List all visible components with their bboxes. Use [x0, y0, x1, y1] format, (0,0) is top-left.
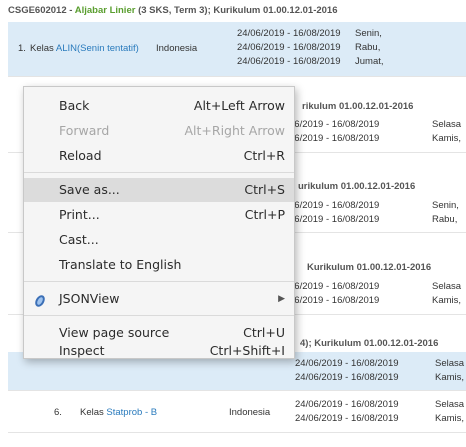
day-cell: Selasa Kamis, [432, 118, 461, 146]
menu-item-cast[interactable]: Cast... [24, 228, 294, 252]
day-line: Rabu, [432, 214, 458, 225]
menu-item-view-source[interactable]: View page source Ctrl+U [24, 321, 294, 345]
day-line: Selasa [432, 281, 462, 292]
date-cell: 24/06/2019 - 16/08/2019 24/06/2019 - 16/… [295, 398, 399, 426]
row-number: 1. [18, 43, 26, 54]
day-line: Senin, [432, 200, 459, 211]
menu-item-label: Inspect [59, 343, 105, 358]
menu-item-label: Forward [59, 123, 110, 138]
menu-item-shortcut: Alt+Left Arrow [193, 98, 285, 113]
day-line: Kamis, [435, 372, 465, 383]
date-cell: 24/06/2019 - 16/08/2019 24/06/2019 - 16/… [295, 357, 399, 385]
row-number: 6. [54, 407, 62, 418]
day-line: Selasa [435, 399, 465, 410]
day-line: Jumat, [355, 56, 384, 67]
course-header: Kurikulum 01.00.12.01-2016 [307, 262, 432, 273]
date-line: 24/06/2019 - 16/08/2019 [295, 372, 399, 383]
menu-item-reload[interactable]: Reload Ctrl+R [24, 144, 294, 168]
table-row: 6. Kelas Statprob - B Indonesia 24/06/20… [8, 392, 466, 433]
menu-item-label: Print... [59, 207, 100, 222]
day-line: Rabu, [355, 42, 381, 53]
class-link[interactable]: ALIN(Senin tentatif) [56, 43, 139, 54]
menu-separator [24, 172, 294, 173]
menu-item-label: Back [59, 98, 90, 113]
date-line: 24/06/2019 - 16/08/2019 [237, 42, 341, 53]
course-code: CSGE602012 - [8, 5, 75, 16]
menu-item-shortcut: Ctrl+U [243, 325, 285, 340]
submenu-arrow-icon: ▶ [278, 294, 285, 304]
menu-item-label: Translate to English [59, 257, 182, 272]
date-line: 06/2019 - 16/08/2019 [289, 200, 380, 211]
jsonview-extension-icon [33, 292, 47, 307]
table-row: 1. Kelas ALIN(Senin tentatif) Indonesia … [8, 22, 466, 77]
day-cell: Senin, Rabu, Jumat, [355, 27, 384, 69]
day-line: Kamis, [435, 413, 465, 424]
day-line: Kamis, [432, 295, 462, 306]
day-line: Selasa [435, 358, 465, 369]
class-prefix: Kelas [80, 407, 107, 418]
menu-item-shortcut: Ctrl+P [244, 207, 285, 222]
date-line: 06/2019 - 16/08/2019 [289, 214, 380, 225]
day-cell: Selasa Kamis, [435, 357, 464, 385]
day-cell: Senin, Rabu, [432, 199, 459, 227]
menu-item-label: Reload [59, 148, 102, 163]
date-cell: 24/06/2019 - 16/08/2019 24/06/2019 - 16/… [237, 27, 341, 69]
context-menu: Back Alt+Left Arrow Forward Alt+Right Ar… [23, 86, 295, 359]
date-line: 24/06/2019 - 16/08/2019 [237, 56, 341, 67]
menu-separator [24, 281, 294, 282]
class-prefix: Kelas [30, 43, 56, 54]
language-cell: Indonesia [156, 43, 198, 54]
course-header: rikulum 01.00.12.01-2016 [302, 101, 414, 112]
date-line: 24/06/2019 - 16/08/2019 [295, 399, 399, 410]
course-meta: (3 SKS, Term 3); Kurikulum 01.00.12.01-2… [135, 5, 338, 16]
date-cell: 06/2019 - 16/08/2019 06/2019 - 16/08/201… [289, 118, 379, 146]
day-cell: Selasa Kamis, [435, 398, 464, 426]
course-header-aljabar-linier: CSGE602012 - Aljabar Linier (3 SKS, Term… [8, 5, 466, 16]
day-line: Senin, [355, 28, 382, 39]
menu-item-print[interactable]: Print... Ctrl+P [24, 203, 294, 227]
menu-item-back[interactable]: Back Alt+Left Arrow [24, 94, 294, 118]
menu-item-jsonview[interactable]: JSONView ▶ [24, 287, 294, 311]
class-cell: Kelas ALIN(Senin tentatif) [30, 43, 139, 54]
date-line: 06/2019 - 16/08/2019 [289, 295, 380, 306]
menu-item-shortcut: Ctrl+S [244, 182, 285, 197]
day-line: Kamis, [432, 133, 462, 144]
date-line: 24/06/2019 - 16/08/2019 [237, 28, 341, 39]
menu-item-label: View page source [59, 325, 170, 340]
date-line: 24/06/2019 - 16/08/2019 [295, 413, 399, 424]
class-cell: Kelas Statprob - B [80, 407, 157, 418]
language-cell: Indonesia [229, 407, 271, 418]
date-line: 06/2019 - 16/08/2019 [289, 119, 380, 130]
menu-item-label: Cast... [59, 232, 99, 247]
date-cell: 06/2019 - 16/08/2019 06/2019 - 16/08/201… [289, 199, 379, 227]
date-line: 06/2019 - 16/08/2019 [289, 281, 380, 292]
menu-item-shortcut: Alt+Right Arrow [184, 123, 286, 138]
course-name-link[interactable]: Aljabar Linier [75, 5, 136, 16]
class-link[interactable]: Statprob - B [106, 407, 157, 418]
menu-item-translate[interactable]: Translate to English [24, 253, 294, 277]
menu-item-label: Save as... [59, 182, 120, 197]
course-header: 4); Kurikulum 01.00.12.01-2016 [300, 338, 439, 349]
menu-item-shortcut: Ctrl+Shift+I [209, 343, 285, 358]
menu-item-inspect[interactable]: Inspect Ctrl+Shift+I [24, 343, 294, 358]
menu-item-save-as[interactable]: Save as... Ctrl+S [24, 178, 294, 202]
menu-item-forward[interactable]: Forward Alt+Right Arrow [24, 119, 294, 143]
date-line: 24/06/2019 - 16/08/2019 [295, 358, 399, 369]
day-cell: Selasa Kamis, [432, 280, 461, 308]
menu-item-shortcut: Ctrl+R [243, 148, 285, 163]
date-cell: 06/2019 - 16/08/2019 06/2019 - 16/08/201… [289, 280, 379, 308]
date-line: 06/2019 - 16/08/2019 [289, 133, 380, 144]
menu-item-label: JSONView [59, 291, 120, 306]
day-line: Selasa [432, 119, 462, 130]
course-header: urikulum 01.00.12.01-2016 [298, 181, 416, 192]
menu-separator [24, 315, 294, 316]
